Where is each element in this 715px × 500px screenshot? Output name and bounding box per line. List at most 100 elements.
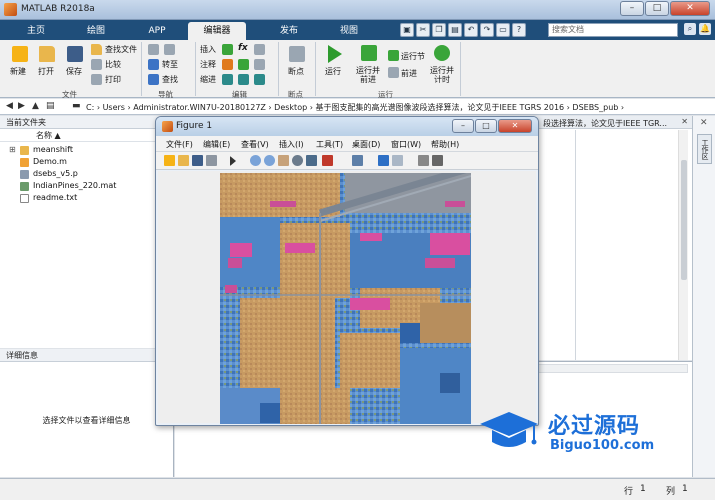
redo-icon[interactable]: ↷ [480,23,494,37]
list-item[interactable]: ⊞ meanshift [0,144,173,156]
menu-edit[interactable]: 编辑(E) [203,139,230,150]
hide-plot-tools-icon[interactable] [418,155,429,166]
figure-canvas[interactable] [158,171,536,424]
run-and-time-button[interactable]: 运行并 计时 [430,66,454,84]
format-icon[interactable] [254,44,265,55]
name-column-header[interactable]: 名称 ▲ [0,129,173,142]
comment-percent-icon[interactable] [238,59,249,70]
zoom-out-icon[interactable] [264,155,275,166]
comment-button[interactable]: 注释 [200,59,216,70]
figure-window[interactable]: Figure 1 – □ ✕ 文件(F) 编辑(E) 查看(V) 插入(I) 工… [155,116,539,426]
advance-button[interactable]: 前进 [401,68,417,79]
expand-icon[interactable]: ⊞ [9,144,16,156]
figure-maximize-button[interactable]: □ [475,119,497,133]
compare-button[interactable]: 比较 [105,59,121,70]
save-icon[interactable]: ▣ [400,23,414,37]
minimize-button[interactable]: – [620,1,644,16]
tab-home[interactable]: 主页 [14,22,58,40]
run-and-time-icon [434,45,450,61]
back-arrow-icon[interactable]: ◀ [6,101,13,111]
menu-insert[interactable]: 插入(I) [279,139,304,150]
editor-file-tab[interactable]: 段选择算法，论文见于IEEE TGR... [543,118,667,129]
undo-icon[interactable]: ↶ [464,23,478,37]
current-path[interactable]: C: › Users › Administrator.WIN7U-2018012… [86,102,624,113]
close-icon[interactable]: ✕ [700,118,708,128]
zoom-in-icon[interactable] [250,155,261,166]
goto-button[interactable]: 转至 [162,59,178,70]
hyperspectral-image[interactable] [220,173,471,424]
decrease-indent-icon[interactable] [254,74,265,85]
menu-help[interactable]: 帮助(H) [431,139,459,150]
open-file-icon[interactable] [178,155,189,166]
run-section-button[interactable]: 运行节 [401,51,425,62]
run-button[interactable]: 运行 [325,66,341,77]
tab-editor[interactable]: 编辑器 [188,22,246,40]
data-cursor-icon[interactable] [306,155,317,166]
find-files-button[interactable]: 查找文件 [105,44,137,55]
new-button[interactable]: 新建 [10,66,26,77]
insert-colorbar-icon[interactable] [378,155,389,166]
find-files-icon [91,44,102,55]
close-button[interactable]: ✕ [670,1,710,16]
cut-icon[interactable]: ✂ [416,23,430,37]
increase-indent-icon[interactable] [238,74,249,85]
tab-view[interactable]: 视图 [322,22,376,40]
fx-button[interactable]: fx [238,43,248,53]
insert-legend-icon[interactable] [392,155,403,166]
notification-icon[interactable]: 🔔 [699,23,711,35]
menu-tools[interactable]: 工具(T) [316,139,343,150]
insert-button[interactable]: 插入 [200,44,216,55]
save-figure-icon[interactable] [192,155,203,166]
figure-minimize-button[interactable]: – [452,119,474,133]
editor-scrollbar[interactable] [678,130,688,360]
help-icon[interactable]: ? [512,23,526,37]
figure-title-bar[interactable]: Figure 1 – □ ✕ [156,117,538,136]
run-and-advance-button[interactable]: 运行并 前进 [356,66,380,84]
new-figure-icon[interactable] [164,155,175,166]
menu-desktop[interactable]: 桌面(D) [352,139,380,150]
matlab-figure-icon [162,121,173,132]
menu-view[interactable]: 查看(V) [241,139,269,150]
save-button[interactable]: 保存 [66,66,82,77]
menu-window[interactable]: 窗口(W) [391,139,421,150]
print-figure-icon[interactable] [206,155,217,166]
close-editor-icon[interactable]: ✕ [681,117,688,126]
matlab-logo-icon [4,3,17,16]
list-item[interactable]: dsebs_v5.p [0,168,173,180]
list-item[interactable]: IndianPines_220.mat [0,180,173,192]
copy-icon[interactable]: ❐ [432,23,446,37]
maximize-button[interactable]: □ [645,1,669,16]
paste-icon[interactable]: ▤ [448,23,462,37]
watermark-text-cn: 必过源码 [548,414,641,439]
open-button[interactable]: 打开 [38,66,54,77]
brush-icon[interactable] [322,155,333,166]
find-button[interactable]: 查找 [162,74,178,85]
nav-back-icon[interactable] [148,44,159,55]
up-folder-icon[interactable]: ▲ [32,101,39,111]
switch-windows-icon[interactable]: ▭ [496,23,510,37]
tab-workspace[interactable]: 工作区 [697,134,712,164]
list-item[interactable]: Demo.m [0,156,173,168]
figure-close-button[interactable]: ✕ [498,119,532,133]
tab-publish[interactable]: 发布 [262,22,316,40]
forward-arrow-icon[interactable]: ▶ [18,101,25,111]
print-button[interactable]: 打印 [105,74,121,85]
browse-folder-icon[interactable]: ▤ [46,101,55,111]
menu-file[interactable]: 文件(F) [166,139,193,150]
list-item[interactable]: readme.txt [0,192,173,204]
pan-icon[interactable] [278,155,289,166]
edit-plot-icon[interactable] [230,156,236,166]
nav-forward-icon[interactable] [164,44,175,55]
tab-plots[interactable]: 绘图 [72,22,120,40]
breakpoints-button[interactable]: 断点 [288,66,304,77]
show-plot-tools-icon[interactable] [432,155,443,166]
indent-button[interactable]: 缩进 [200,74,216,85]
link-plot-icon[interactable] [352,155,363,166]
current-folder-panel: 当前文件夹 ⊙ 名称 ▲ ⊞ meanshift Demo.m dsebs_v5… [0,116,174,348]
insert-icon [222,44,233,55]
search-documentation-input[interactable]: 搜索文档 [548,23,678,37]
tab-apps[interactable]: APP [130,22,184,40]
rotate-3d-icon[interactable] [292,155,303,166]
search-icon[interactable]: ⌕ [684,23,696,35]
wrap-comments-icon[interactable] [254,59,265,70]
